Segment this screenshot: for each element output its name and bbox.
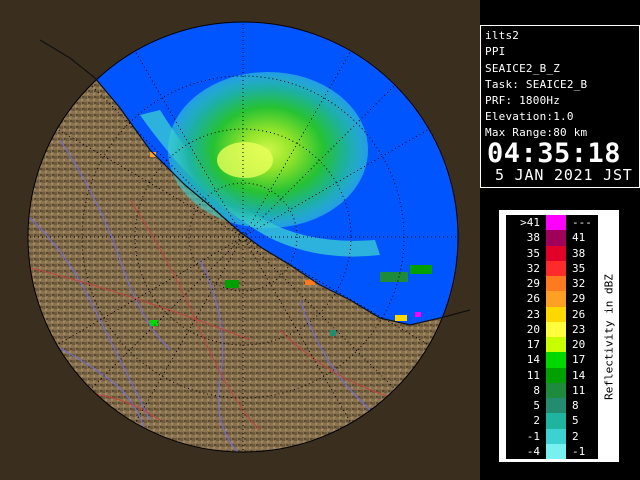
station-name: ilts2 — [485, 29, 520, 42]
legend-high-value: 14 — [572, 368, 586, 382]
legend-high-value: 29 — [572, 292, 586, 306]
legend-low-value: -1 — [526, 429, 540, 443]
legend-row: 58 — [506, 398, 598, 414]
legend-low-value: >41 — [520, 216, 540, 230]
legend-low-value: 14 — [526, 353, 540, 367]
legend-row: 32 35 — [506, 260, 598, 276]
legend-row: -4 -1 — [506, 443, 598, 459]
legend-high-value: 32 — [572, 277, 586, 291]
legend-high-value: 23 — [572, 322, 586, 336]
legend-row: >41 --- — [506, 215, 598, 231]
legend-high-value: -1 — [572, 444, 586, 458]
legend-color-swatch — [546, 245, 566, 261]
legend-row: 8 11 — [506, 382, 598, 398]
legend-high-value: 26 — [572, 307, 586, 321]
legend-row: 29 32 — [506, 276, 598, 292]
legend-low-value: 32 — [526, 261, 540, 275]
legend-color-swatch — [546, 443, 566, 459]
legend-row: 26 29 — [506, 291, 598, 307]
scan-info-panel: ilts2 PPI SEAICE2_B_Z Task: SEAICE2_B PR… — [480, 25, 640, 188]
product-name: SEAICE2_B_Z — [485, 62, 561, 75]
legend-row: 11 14 — [506, 367, 598, 383]
legend-row: -1 2 — [506, 428, 598, 444]
legend-scale: >41 --- 38 41 35 38 32 35 29 32 26 29 23 26 20 23 17 20 14… — [506, 215, 598, 459]
legend-color-swatch — [546, 428, 566, 444]
legend-row: 25 — [506, 413, 598, 429]
legend-color-swatch — [546, 291, 566, 307]
legend-high-value: 8 — [572, 399, 579, 413]
legend-color-swatch — [546, 337, 566, 353]
legend-low-value: 2 — [533, 414, 540, 428]
legend-low-value: -4 — [526, 444, 540, 458]
legend-high-value: 17 — [572, 353, 586, 367]
scan-type: PPI — [485, 45, 506, 58]
legend-low-value: 5 — [533, 399, 540, 413]
legend-high-value: 38 — [572, 246, 586, 260]
echo-core-strong — [217, 142, 273, 178]
legend-color-swatch — [546, 321, 566, 337]
legend-color-swatch — [546, 382, 566, 398]
legend-row: 17 20 — [506, 337, 598, 353]
legend-color-swatch — [546, 260, 566, 276]
legend-low-value: 35 — [526, 246, 540, 260]
scan-date: 5 JAN 2021 JST — [495, 166, 633, 184]
legend-low-value: 26 — [526, 292, 540, 306]
legend-high-value: 2 — [572, 429, 579, 443]
legend-row: 38 41 — [506, 230, 598, 246]
legend-high-value: 35 — [572, 261, 586, 275]
prf-value: PRF: 1800Hz — [485, 94, 561, 107]
legend-color-swatch — [546, 367, 566, 383]
scan-time: 04:35:18 — [487, 138, 622, 169]
legend-color-swatch — [546, 413, 566, 429]
legend-high-value: 11 — [572, 383, 586, 397]
elevation-value: Elevation:1.0 — [485, 110, 574, 123]
legend-row: 23 26 — [506, 306, 598, 322]
legend-color-swatch — [546, 276, 566, 292]
legend-color-swatch — [546, 215, 566, 231]
legend-unit-label: Reflectivity in dBZ — [601, 215, 617, 459]
legend-color-swatch — [546, 306, 566, 322]
legend-high-value: --- — [572, 216, 592, 230]
legend-color-swatch — [546, 230, 566, 246]
task-name: Task: SEAICE2_B — [485, 78, 588, 91]
legend-row: 35 38 — [506, 245, 598, 261]
legend-low-value: 23 — [526, 307, 540, 321]
legend-high-value: 41 — [572, 231, 586, 245]
legend-low-value: 20 — [526, 322, 540, 336]
legend-unit-text: Reflectivity in dBZ — [602, 274, 616, 400]
legend-high-value: 5 — [572, 414, 579, 428]
legend-row: 14 17 — [506, 352, 598, 368]
legend-low-value: 17 — [526, 338, 540, 352]
radar-map — [0, 0, 480, 480]
legend-color-swatch — [546, 352, 566, 368]
legend-high-value: 20 — [572, 338, 586, 352]
legend-low-value: 8 — [533, 383, 540, 397]
legend-low-value: 38 — [526, 231, 540, 245]
legend-color-swatch — [546, 398, 566, 414]
legend-row: 20 23 — [506, 321, 598, 337]
legend-low-value: 29 — [526, 277, 540, 291]
legend-low-value: 11 — [526, 368, 540, 382]
radar-ppi-view — [0, 0, 480, 480]
reflectivity-legend: >41 --- 38 41 35 38 32 35 29 32 26 29 23 26 20 23 17 20 14… — [499, 210, 619, 462]
